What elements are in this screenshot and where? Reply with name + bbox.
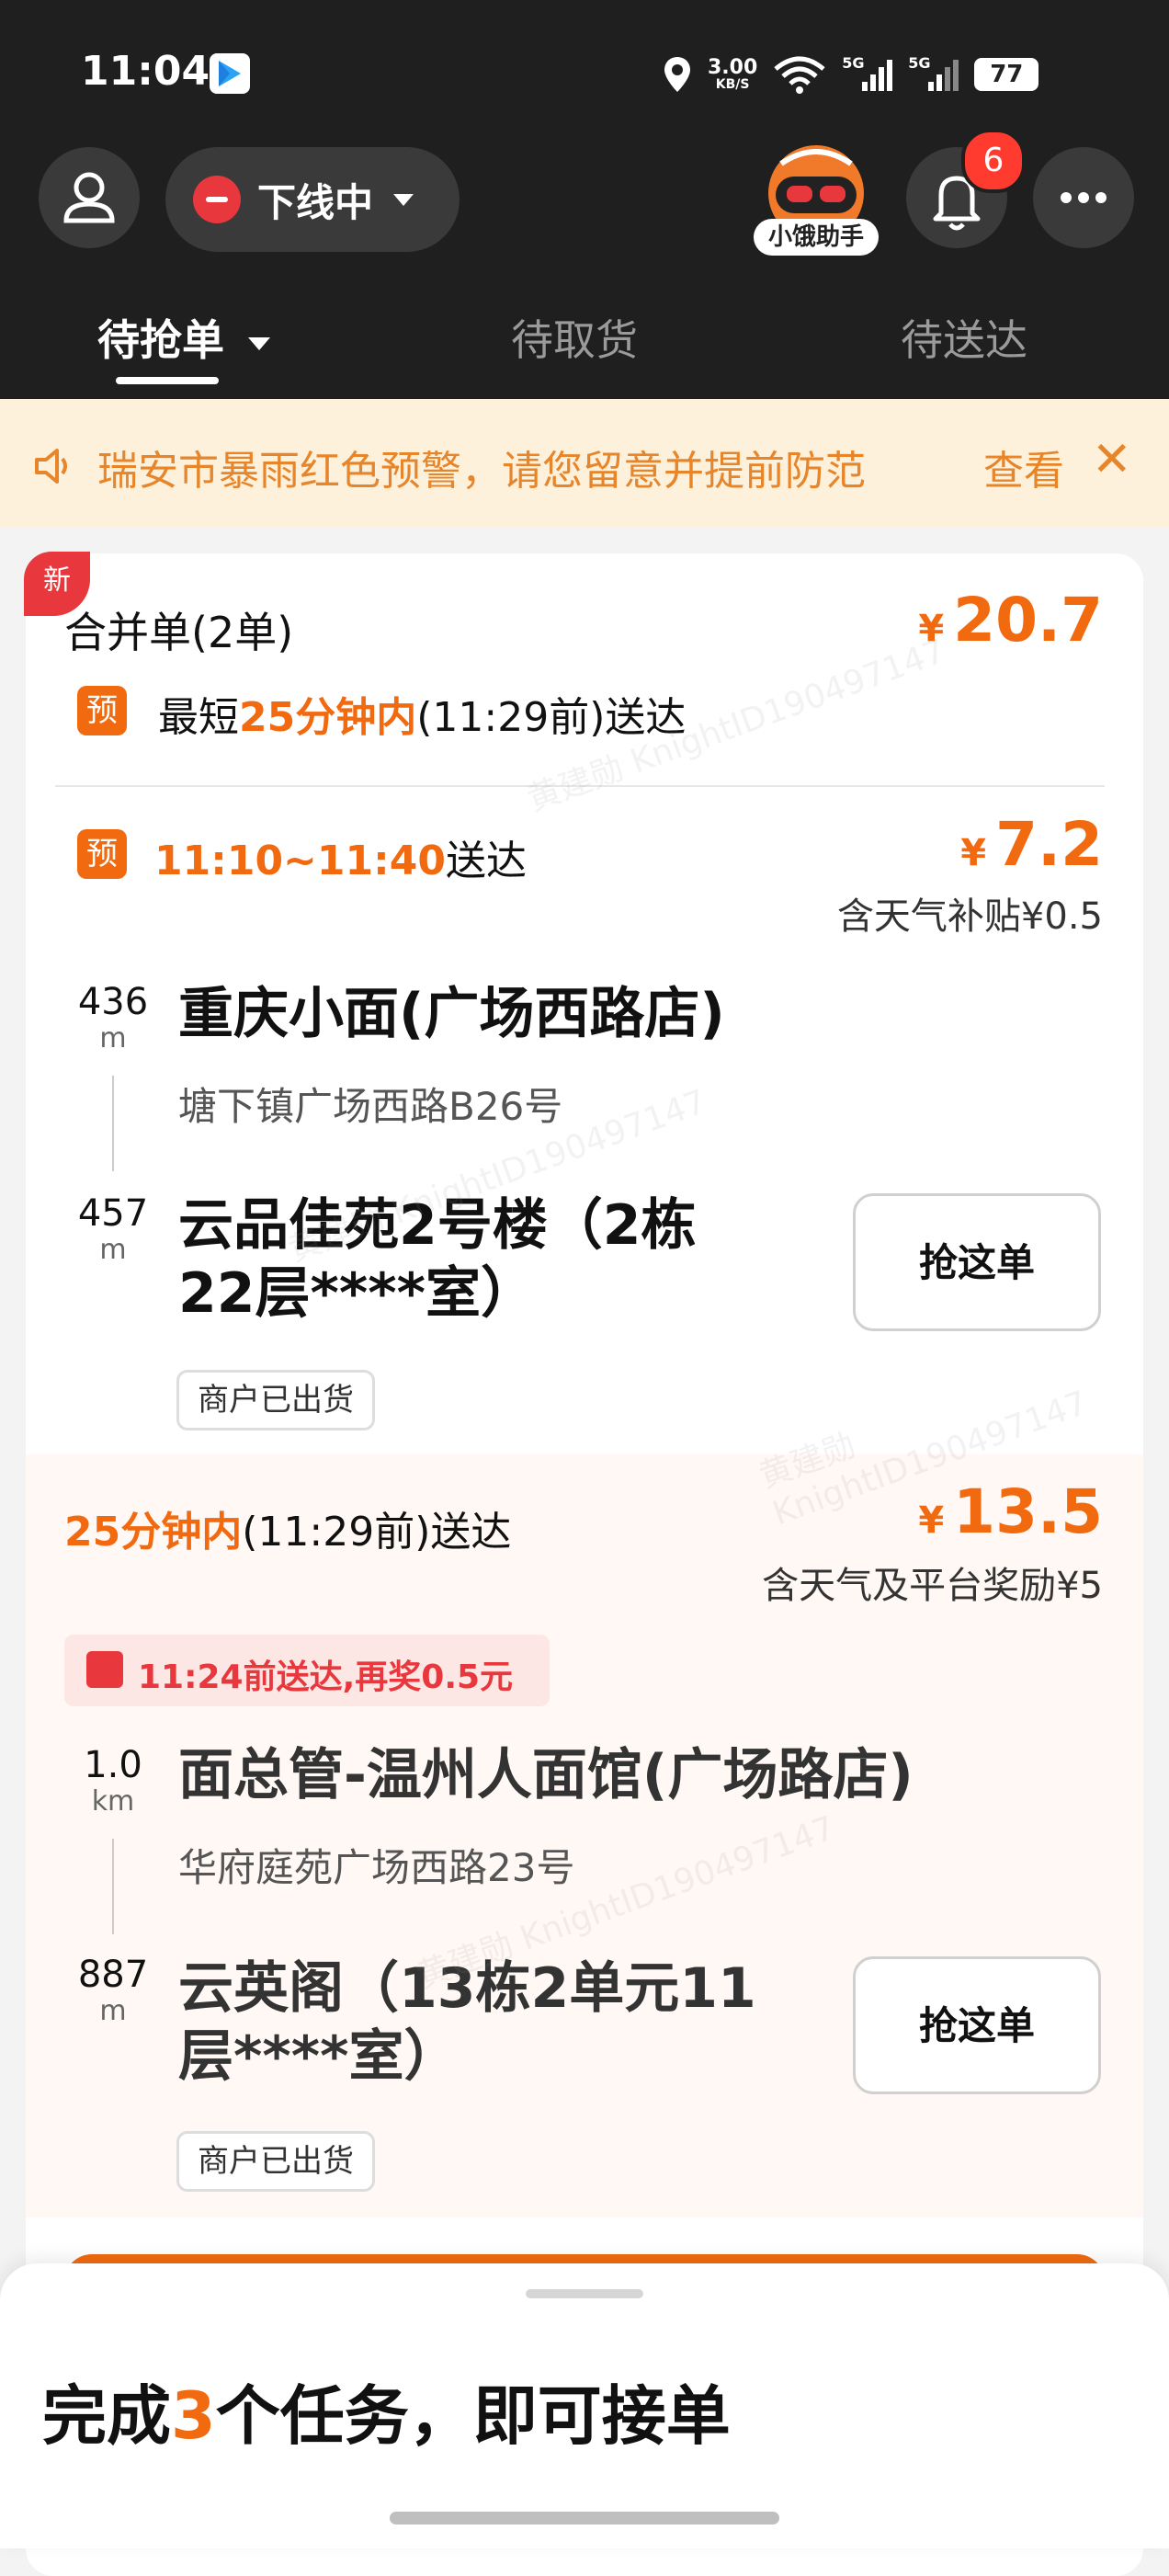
reserve-tag: 预 [77, 686, 127, 735]
profile-button[interactable] [39, 147, 140, 248]
speaker-icon [35, 449, 67, 484]
merchant-shipped-chip: 商户已出货 [176, 1370, 375, 1430]
alert-view-link[interactable]: 查看 [983, 438, 1064, 496]
alert-message: 瑞安市暴雨红色预警，请您留意并提前防范 [97, 448, 866, 495]
task-requirement-text: 完成3个任务，即可接单 [42, 2378, 731, 2454]
reserve-tag: 预 [77, 829, 127, 879]
order2-pickup-name: 面总管-温州人面馆(广场路店) [178, 1743, 914, 1807]
order2-price: ¥13.5 [918, 1476, 1103, 1547]
user-icon [63, 172, 115, 223]
order1-price: ¥7.2 [960, 809, 1103, 880]
notification-count-badge: 6 [961, 129, 1026, 193]
order1-drop-distance: 457 m [77, 1192, 149, 1266]
online-status-label: 下线中 [257, 179, 374, 225]
grab-order-button[interactable]: 抢这单 [853, 1193, 1101, 1331]
more-button[interactable] [1033, 147, 1134, 248]
online-status-toggle[interactable]: 下线中 [165, 147, 460, 252]
order1-subsidy: 含天气补贴¥0.5 [836, 895, 1103, 938]
merged-order-eta: 最短25分钟内(11:29前)送达 [158, 694, 687, 741]
merged-order-total: ¥20.7 [918, 585, 1103, 655]
sheet-drag-handle[interactable] [526, 2289, 643, 2298]
red-envelope-icon [86, 1651, 123, 1688]
tab-pending-grab[interactable]: 待抢单 [97, 307, 271, 368]
route-line [112, 1839, 114, 1934]
status-icons: 3.00 KB/S 5G 5G 77 [662, 51, 1039, 97]
order1-pickup-distance: 436 m [77, 981, 149, 1054]
wifi-icon [774, 56, 825, 94]
merged-order-title: 合并单(2单) [64, 608, 294, 657]
grab-order-button[interactable]: 抢这单 [853, 1956, 1101, 2094]
tab-active-indicator [116, 377, 219, 384]
order2-drop-distance: 887 m [77, 1954, 149, 2027]
offline-dot-icon [193, 176, 241, 223]
route-line [112, 1076, 114, 1171]
order2-pickup-distance: 1.0 km [84, 1744, 142, 1818]
signal-icon-1: 5G [842, 54, 893, 95]
bonus-text: 11:24前送达,再奖0.5元 [138, 1658, 514, 1696]
network-speed: 3.00 KB/S [708, 56, 758, 92]
app-notification-icon [210, 53, 250, 94]
tab-dropdown-icon [248, 336, 271, 350]
order1-pickup-address: 塘下镇广场西路B26号 [178, 1084, 563, 1129]
more-dots-icon [1061, 192, 1107, 203]
assistant-label: 小饿助手 [754, 219, 879, 256]
tab-pending-delivery[interactable]: 待送达 [901, 307, 1027, 368]
merchant-shipped-chip: 商户已出货 [176, 2131, 375, 2192]
signal-icon-2: 5G [908, 54, 959, 95]
order2-delivery-window: 25分钟内(11:29前)送达 [64, 1509, 512, 1556]
order1-delivery-window: 11:10~11:40送达 [154, 838, 527, 884]
home-indicator[interactable] [390, 2512, 779, 2525]
status-time: 11:04 [81, 48, 210, 95]
close-icon[interactable]: ✕ [1092, 436, 1132, 484]
order2-subsidy: 含天气及平台奖励¥5 [762, 1565, 1103, 1607]
order1-pickup-name: 重庆小面(广场西路店) [178, 982, 725, 1046]
order2-pickup-address: 华府庭苑广场西路23号 [178, 1845, 575, 1890]
location-icon [664, 57, 690, 92]
battery-indicator: 77 [974, 58, 1039, 91]
tab-pending-pickup[interactable]: 待取货 [511, 307, 638, 368]
caret-down-icon [393, 193, 414, 206]
